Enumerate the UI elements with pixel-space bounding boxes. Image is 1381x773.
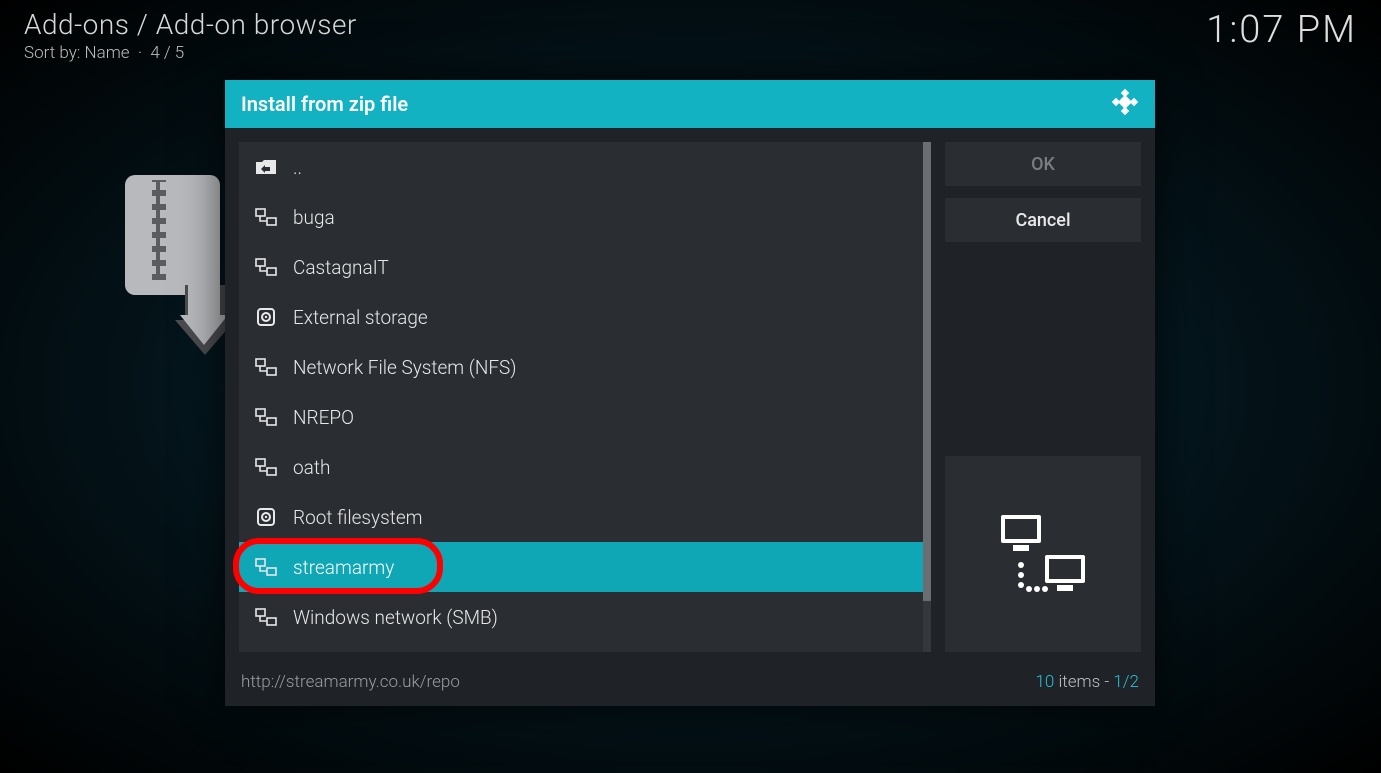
network-icon — [255, 206, 277, 228]
file-row-label: oath — [293, 456, 330, 479]
sort-count: 4 / 5 — [150, 43, 184, 63]
file-row-label: External storage — [293, 306, 428, 329]
dialog-footer: http://streamarmy.co.uk/repo 10 items - … — [225, 666, 1155, 706]
file-row-buga[interactable]: buga — [239, 192, 923, 242]
file-row-root-filesystem[interactable]: Root filesystem — [239, 492, 923, 542]
footer-page: 1/2 — [1113, 672, 1139, 692]
sort-line: Sort by: Name · 4 / 5 — [24, 43, 1357, 63]
scrollbar[interactable] — [923, 142, 931, 652]
sort-value: Name — [85, 43, 130, 63]
ok-button[interactable]: OK — [945, 142, 1141, 186]
file-row-nrepo[interactable]: NREPO — [239, 392, 923, 442]
scrollbar-thumb[interactable] — [923, 142, 931, 601]
file-row-label: streamarmy — [293, 556, 394, 579]
file-row-label: Root filesystem — [293, 506, 423, 529]
kodi-logo-icon — [1111, 88, 1139, 120]
sort-prefix: Sort by: — [24, 43, 85, 63]
file-row-windows-network-smb-[interactable]: Windows network (SMB) — [239, 592, 923, 642]
cancel-button[interactable]: Cancel — [945, 198, 1141, 242]
file-row-label: NREPO — [293, 406, 354, 429]
network-share-icon — [995, 509, 1091, 599]
clock: 1:07 PM — [1206, 8, 1357, 52]
preview-panel — [945, 456, 1141, 652]
footer-total: 10 — [1035, 672, 1054, 692]
install-from-zip-dialog: Install from zip file .. buga CastagnaIT Ex… — [225, 80, 1155, 706]
file-row-label: Network File System (NFS) — [293, 356, 517, 379]
dialog-titlebar: Install from zip file — [225, 80, 1155, 128]
network-icon — [255, 606, 277, 628]
disk-icon — [255, 306, 277, 328]
network-icon — [255, 356, 277, 378]
file-list[interactable]: .. buga CastagnaIT External storage Network … — [239, 142, 931, 652]
file-row-label: CastagnaIT — [293, 256, 389, 279]
network-icon — [255, 256, 277, 278]
zip-file-icon — [120, 170, 230, 360]
page-header: Add-ons / Add-on browser Sort by: Name ·… — [24, 8, 1357, 63]
file-row-parent[interactable]: .. — [239, 142, 923, 192]
footer-count: 10 items - 1/2 — [1035, 672, 1139, 692]
network-icon — [255, 456, 277, 478]
dialog-title: Install from zip file — [241, 92, 408, 116]
file-row-label: .. — [293, 156, 302, 179]
file-row-label: Windows network (SMB) — [293, 606, 498, 629]
network-icon — [255, 406, 277, 428]
footer-path: http://streamarmy.co.uk/repo — [241, 672, 460, 692]
file-row-external-storage[interactable]: External storage — [239, 292, 923, 342]
file-row-network-file-system-nfs-[interactable]: Network File System (NFS) — [239, 342, 923, 392]
file-row-castagnait[interactable]: CastagnaIT — [239, 242, 923, 292]
file-row-label: buga — [293, 206, 335, 229]
footer-items-word: items - — [1054, 672, 1113, 692]
file-row-streamarmy[interactable]: streamarmy — [239, 542, 923, 592]
disk-icon — [255, 506, 277, 528]
file-browser-panel: .. buga CastagnaIT External storage Network … — [239, 142, 931, 652]
folder-up-icon — [255, 156, 277, 178]
network-icon — [255, 556, 277, 578]
breadcrumb: Add-ons / Add-on browser — [24, 8, 1357, 41]
file-row-oath[interactable]: oath — [239, 442, 923, 492]
